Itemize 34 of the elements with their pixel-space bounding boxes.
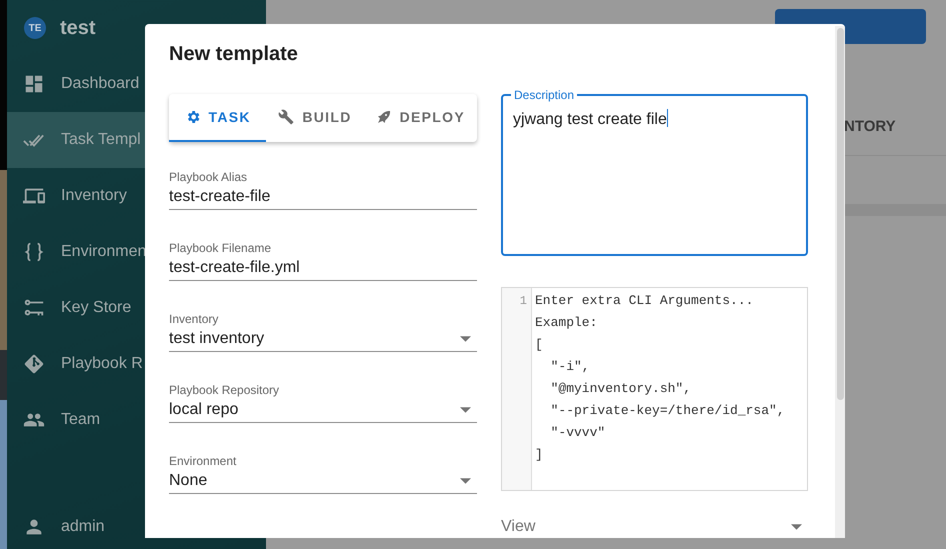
input-field[interactable]: Playbook Alias test-create-file xyxy=(169,164,477,210)
code-placeholder-line: "-i", xyxy=(550,358,591,376)
code-placeholder-line: [ xyxy=(535,336,544,354)
code-placeholder-line: "-vvvv" xyxy=(550,424,606,442)
dialog-title: New template xyxy=(169,43,299,67)
wrench-icon xyxy=(278,109,294,125)
code-placeholder-line: ] xyxy=(535,446,544,464)
code-placeholder-line: Example: xyxy=(535,314,598,332)
select-field[interactable]: Playbook Repository local repo xyxy=(169,377,477,423)
rocket-icon xyxy=(376,109,392,125)
code-placeholder-line: "--private-key=/there/id_rsa", xyxy=(550,402,785,420)
dialog-tab[interactable]: DEPLOY xyxy=(364,94,477,142)
team-avatar[interactable]: TE xyxy=(24,17,46,39)
dashboard-icon xyxy=(23,73,45,95)
dialog-tab[interactable]: TASK xyxy=(169,94,266,142)
scrollbar[interactable] xyxy=(835,26,845,538)
braces-icon xyxy=(23,241,45,263)
caret-icon xyxy=(460,407,471,413)
git-icon xyxy=(23,353,45,375)
view-select[interactable]: View xyxy=(501,513,808,538)
caret-icon xyxy=(460,478,471,484)
input-field[interactable]: Playbook Filename test-create-file.yml xyxy=(169,235,477,281)
team-name: test xyxy=(60,16,96,40)
caret-icon xyxy=(460,336,471,342)
code-placeholder-line: "@myinventory.sh", xyxy=(550,380,692,398)
caret-icon xyxy=(791,524,802,530)
line-number: 1 xyxy=(520,294,527,308)
select-field[interactable]: Environment None xyxy=(169,448,477,494)
page-tab[interactable]: NTORY xyxy=(844,118,896,134)
select-field[interactable]: Inventory test inventory xyxy=(169,306,477,352)
dialog-tab[interactable]: BUILD xyxy=(266,94,364,142)
code-placeholder-line: Enter extra CLI Arguments... xyxy=(535,292,754,310)
code-editor[interactable]: 1 Enter extra CLI Arguments... Example: [ "-i", "@myinventory.sh", "--private-key=/there/id_rsa", "-vvvv" ] xyxy=(501,287,808,491)
user-item[interactable]: admin xyxy=(7,505,266,549)
